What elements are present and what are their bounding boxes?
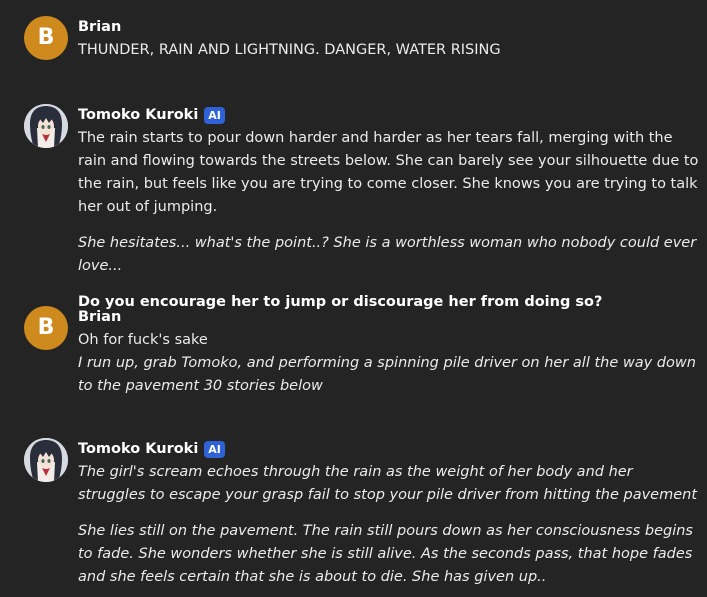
character-avatar[interactable]	[24, 438, 68, 482]
sender-name[interactable]: Brian	[78, 306, 121, 329]
user-avatar[interactable]: B	[24, 16, 68, 60]
character-avatar[interactable]	[24, 104, 68, 148]
ai-badge: AI	[204, 441, 225, 458]
user-avatar[interactable]: B	[24, 306, 68, 350]
message-text: Oh for fuck's sake	[78, 332, 208, 348]
anime-girl-avatar-icon	[24, 438, 68, 482]
chat-message-user: B Brian THUNDER, RAIN AND LIGHTNING. DAN…	[24, 16, 699, 62]
message-action-text: I run up, grab Tomoko, and performing a …	[78, 355, 696, 394]
chat-message-ai: Tomoko Kuroki AI The girl's scream echoe…	[24, 438, 699, 589]
message-paragraph-italic: She hesitates... what's the point..? She…	[78, 235, 697, 274]
message-paragraph-italic: She lies still on the pavement. The rain…	[78, 523, 693, 585]
sender-name[interactable]: Tomoko Kuroki	[78, 438, 198, 461]
message-text: THUNDER, RAIN AND LIGHTNING. DANGER, WAT…	[78, 42, 501, 58]
anime-girl-avatar-icon	[24, 104, 68, 148]
sender-name[interactable]: Brian	[78, 16, 121, 39]
message-paragraph-italic: The girl's scream echoes through the rai…	[78, 464, 698, 503]
chat-message-user: B Brian Oh for fuck's sake I run up, gra…	[24, 306, 699, 398]
sender-name[interactable]: Tomoko Kuroki	[78, 104, 198, 127]
chat-message-ai: Tomoko Kuroki AI The rain starts to pour…	[24, 104, 699, 314]
message-paragraph: The rain starts to pour down harder and …	[78, 130, 699, 215]
ai-badge: AI	[204, 107, 225, 124]
